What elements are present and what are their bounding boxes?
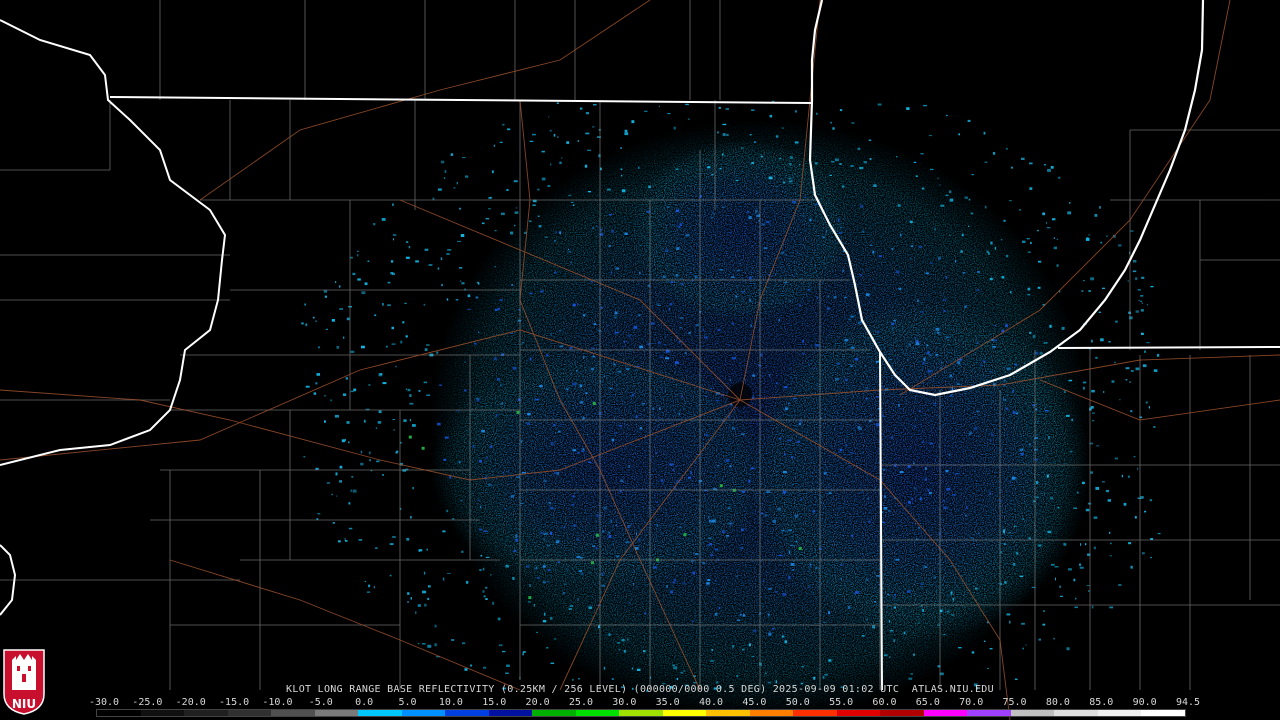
- scale-swatch: [662, 710, 707, 716]
- scale-label: -15.0: [219, 697, 250, 708]
- scale-swatch: [532, 710, 576, 716]
- scale-label: 20.0: [525, 697, 550, 708]
- scale-swatch: [967, 710, 1011, 716]
- scale-label: 35.0: [655, 697, 680, 708]
- scale-swatch: [271, 710, 315, 716]
- scale-label: -10.0: [262, 697, 293, 708]
- scale-swatch: [184, 710, 228, 716]
- scale-label: 10.0: [438, 697, 463, 708]
- reflectivity-color-bar: [96, 709, 1186, 717]
- scale-swatch: [1010, 710, 1055, 716]
- radar-caption: KLOT LONG RANGE BASE REFLECTIVITY (0.25K…: [286, 684, 994, 695]
- scale-label: 65.0: [915, 697, 940, 708]
- scale-label: -20.0: [175, 697, 206, 708]
- niu-logo-text: NIU: [12, 697, 36, 711]
- scale-label: 25.0: [568, 697, 593, 708]
- scale-swatch: [140, 710, 185, 716]
- scale-swatch: [880, 710, 924, 716]
- scale-swatch: [358, 710, 402, 716]
- scale-swatch: [401, 710, 446, 716]
- scale-label: 50.0: [785, 697, 810, 708]
- scale-label: 60.0: [872, 697, 897, 708]
- scale-label: 80.0: [1045, 697, 1070, 708]
- scale-swatch: [1097, 710, 1142, 716]
- scale-label: 0.0: [355, 697, 374, 708]
- reflectivity-scale-labels: -30.0 -25.0 -20.0 -15.0 -10.0 -5.0 0.0 5.0 10.0 1…: [89, 697, 1200, 709]
- scale-swatch: [445, 710, 489, 716]
- scale-label: -5.0: [308, 697, 333, 708]
- scale-label: 85.0: [1089, 697, 1114, 708]
- scale-label: 5.0: [398, 697, 417, 708]
- scale-label: 70.0: [959, 697, 984, 708]
- scale-label: 75.0: [1002, 697, 1027, 708]
- scale-swatch: [488, 710, 533, 716]
- scale-label: 55.0: [829, 697, 854, 708]
- scale-swatch: [749, 710, 794, 716]
- scale-label: -30.0: [88, 697, 120, 708]
- scale-swatch: [706, 710, 750, 716]
- scale-label: -25.0: [132, 697, 163, 708]
- scale-swatch: [314, 710, 359, 716]
- scale-swatch: [923, 710, 968, 716]
- scale-label: 45.0: [742, 697, 767, 708]
- niu-logo: NIU: [3, 649, 45, 715]
- scale-label: 90.0: [1132, 697, 1157, 708]
- scale-swatch: [793, 710, 837, 716]
- scale-swatch: [1054, 710, 1098, 716]
- scale-swatch: [575, 710, 620, 716]
- scale-label: 30.0: [612, 697, 637, 708]
- scale-swatch: [836, 710, 881, 716]
- scale-label: 94.5: [1175, 697, 1201, 708]
- scale-swatch: [619, 710, 663, 716]
- radar-map: [0, 0, 1280, 720]
- scale-label: 15.0: [482, 697, 507, 708]
- scale-swatch: [97, 710, 141, 716]
- scale-swatch: [1141, 710, 1185, 716]
- scale-label: 40.0: [698, 697, 724, 708]
- scale-swatch: [227, 710, 272, 716]
